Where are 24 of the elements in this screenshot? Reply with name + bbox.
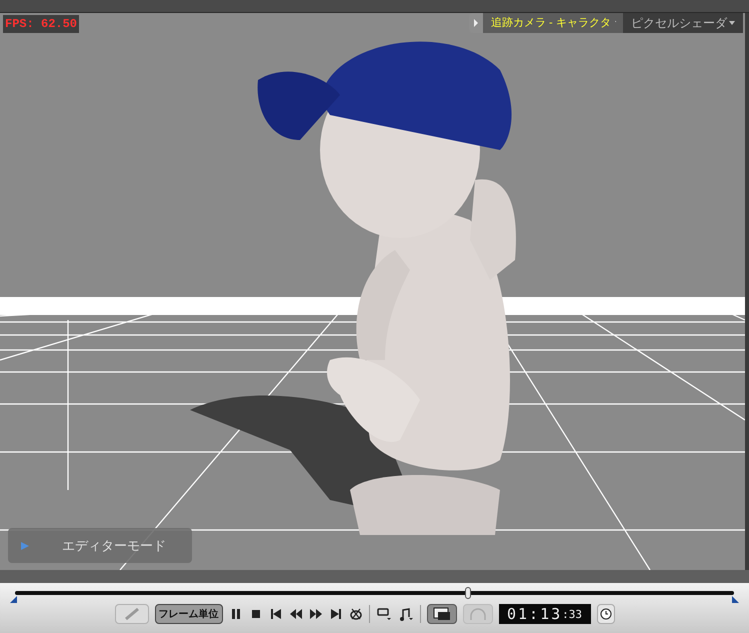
play-icon (20, 540, 30, 550)
rewind-icon[interactable] (288, 607, 302, 621)
fast-forward-icon[interactable] (308, 607, 322, 621)
timeline-thumb[interactable] (464, 587, 471, 599)
window-button[interactable] (426, 604, 456, 624)
frame-toggle-button[interactable]: フレーム単位 (154, 604, 222, 624)
start-marker-icon[interactable] (10, 596, 17, 602)
camera-dropdown[interactable]: 追跡カメラ - キャラクタ (483, 13, 623, 33)
mode-panel[interactable]: エディターモード (8, 528, 192, 563)
loop-icon[interactable] (348, 607, 362, 621)
timecode-main: 01:13 (506, 605, 562, 623)
shader-dropdown[interactable]: ピクセルシェーダ (623, 13, 743, 33)
music-note-icon[interactable] (398, 607, 414, 621)
skip-forward-icon[interactable] (328, 607, 342, 621)
arc-icon (468, 608, 486, 620)
fps-counter: FPS: 62.50 (3, 15, 80, 33)
caret-icon (729, 21, 735, 25)
timecode-frames: :33 (562, 607, 582, 623)
window-icon (432, 607, 450, 621)
mode-label: エディターモード (62, 536, 166, 555)
end-marker-icon[interactable] (732, 596, 739, 602)
clock-icon (600, 608, 612, 620)
skip-back-icon[interactable] (268, 607, 282, 621)
clock-button[interactable] (596, 604, 614, 624)
